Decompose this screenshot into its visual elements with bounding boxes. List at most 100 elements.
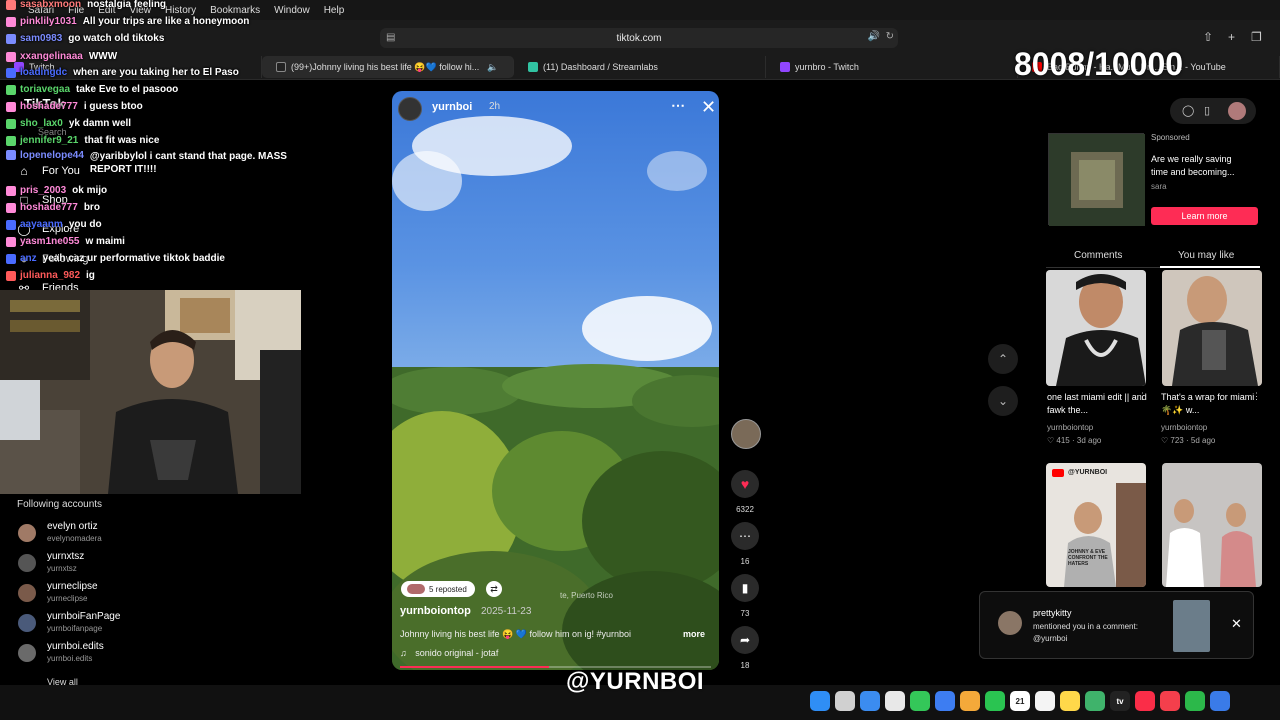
next-video-icon[interactable]: ⌄	[988, 386, 1018, 416]
following-account[interactable]: yurnboi.edits yurnboi.edits	[18, 641, 218, 667]
dock-safari-icon[interactable]	[860, 691, 880, 711]
webcam-image	[0, 290, 301, 494]
card-username[interactable]: yurnboiontop	[1161, 423, 1207, 432]
card-menu-icon[interactable]: ⋮	[1252, 391, 1261, 402]
view-all-link[interactable]: View all	[47, 677, 78, 687]
tab-overview-icon[interactable]: ❐	[1251, 30, 1262, 44]
chat-badge-icon	[6, 0, 16, 10]
more-options-icon[interactable]: ⋯	[671, 97, 685, 114]
dock-news-icon[interactable]	[1160, 691, 1180, 711]
active-tab-underline	[1160, 266, 1260, 268]
dock-facetime-icon[interactable]	[985, 691, 1005, 711]
dock-music-icon[interactable]	[1135, 691, 1155, 711]
following-account[interactable]: yurnxtsz yurnxtsz	[18, 551, 218, 577]
previous-video-icon[interactable]: ⌃	[988, 344, 1018, 374]
following-account[interactable]: yurneclipse yurneclipse	[18, 581, 218, 607]
dock-notes-icon[interactable]	[1060, 691, 1080, 711]
comment-icon[interactable]: ⋯	[731, 522, 759, 550]
chat-badge-icon	[6, 16, 16, 27]
account-handle: yurnxtsz	[47, 564, 77, 573]
learn-more-button[interactable]: Learn more	[1151, 207, 1258, 225]
new-tab-icon[interactable]: +	[1228, 30, 1235, 44]
coin-icon[interactable]: ◯	[1182, 104, 1194, 117]
address-bar[interactable]: ▤ tiktok.com 🔊 ↻	[380, 28, 898, 48]
repost-avatars-icon	[407, 584, 425, 594]
following-account[interactable]: evelyn ortiz evelynomadera	[18, 521, 218, 547]
chat-message: sam0983 go watch old tiktoks	[0, 30, 164, 47]
close-icon[interactable]: ✕	[701, 97, 716, 118]
recommended-video-thumb[interactable]	[1162, 270, 1262, 386]
chat-badge-icon	[6, 150, 16, 160]
share-icon[interactable]: ⇧	[1203, 30, 1213, 44]
tab-comments[interactable]: Comments	[1074, 250, 1122, 261]
sponsored-brand: sara	[1151, 182, 1167, 191]
dock-mail-icon[interactable]	[935, 691, 955, 711]
dock-launchpad-icon[interactable]	[835, 691, 855, 711]
author-avatar[interactable]	[398, 97, 422, 121]
chat-text: that fit was nice	[84, 135, 160, 146]
tab-tiktok[interactable]: (99+)Johnny living his best life 😝💙 foll…	[262, 56, 514, 78]
chat-badge-icon	[6, 202, 16, 213]
chat-text: yk damn well	[68, 118, 132, 129]
repost-icon[interactable]: ⇄	[486, 581, 502, 597]
recommended-video-thumb[interactable]	[1162, 463, 1262, 587]
account-name: yurnboiFanPage	[47, 611, 121, 622]
cloud-shape	[392, 151, 462, 211]
chat-message: jennifer9_21 that fit was nice	[0, 132, 159, 149]
video-author-name[interactable]: yurnboi	[432, 101, 472, 113]
device-icon[interactable]: ▯	[1204, 104, 1210, 117]
tab-you-may-like[interactable]: You may like	[1178, 250, 1234, 261]
mention-notification[interactable]: prettykitty mentioned you in a comment: …	[979, 591, 1254, 659]
dock-notes-a-icon[interactable]	[1035, 691, 1055, 711]
tab-twitch-yurnbro[interactable]: yurnbro - Twitch	[766, 56, 1018, 78]
video-username[interactable]: yurnboiontop	[400, 605, 471, 617]
chat-text: WWW	[88, 51, 118, 62]
cloud-shape	[647, 151, 707, 191]
page-menu-icon[interactable]: ▤	[386, 32, 396, 44]
video-player[interactable]: yurnboi 2h ⋯ ✕ 5 reposted ⇄ te, Puerto R…	[392, 91, 719, 670]
like-icon[interactable]: ♥	[731, 470, 759, 498]
card-username[interactable]: yurnboiontop	[1047, 423, 1093, 432]
dock-tv-icon[interactable]: tv	[1110, 691, 1130, 711]
reload-icon[interactable]: ↻	[886, 31, 894, 42]
share-arrow-icon[interactable]: ➦	[731, 626, 759, 654]
dock-calendar-icon[interactable]: 21	[1010, 691, 1030, 711]
card-ago: 3d ago	[1076, 436, 1102, 445]
repost-badge[interactable]: 5 reposted	[401, 581, 475, 597]
following-account[interactable]: yurnboiFanPage yurnboifanpage	[18, 611, 218, 637]
music-label[interactable]: ♫ sonido original - jotaf	[400, 648, 498, 658]
chat-badge-icon	[6, 270, 16, 281]
sponsored-text[interactable]: Are we really saving time and becoming..…	[1151, 153, 1251, 179]
dock-numbers-icon[interactable]	[1185, 691, 1205, 711]
tab-streamlabs[interactable]: (11) Dashboard / Streamlabs	[514, 56, 766, 78]
chat-badge-icon	[6, 236, 16, 247]
speaker-icon[interactable]: 🔊	[868, 31, 880, 42]
recommended-video-thumb[interactable]: @YURNBOI JOHNNY & EVE CONFRONT THE HATER…	[1046, 463, 1146, 587]
creator-avatar[interactable]	[731, 419, 761, 449]
profile-avatar[interactable]	[1228, 102, 1246, 120]
streamer-handle-overlay: @YURNBOI	[566, 668, 705, 695]
dock-finder-icon[interactable]	[810, 691, 830, 711]
card-title[interactable]: one last miami edit || and fawk the...	[1047, 391, 1151, 417]
comment-count: 16	[740, 557, 750, 566]
thumb-image	[1162, 270, 1262, 386]
account-handle: yurnboifanpage	[47, 624, 103, 633]
card-title[interactable]: That's a wrap for miami 🌴✨ w...	[1161, 391, 1265, 417]
dock-messages-icon[interactable]	[910, 691, 930, 711]
close-icon[interactable]: ✕	[1231, 616, 1242, 632]
bookmark-icon[interactable]: ▮	[731, 574, 759, 602]
url-text[interactable]: tiktok.com	[616, 33, 661, 44]
card-menu-icon[interactable]: ⋮	[1138, 391, 1147, 402]
chat-username: xxangelinaaa	[20, 51, 83, 62]
menu-help[interactable]: Help	[324, 5, 345, 16]
dock-chrome-icon[interactable]	[885, 691, 905, 711]
menu-window[interactable]: Window	[274, 5, 310, 16]
dock-photos-icon[interactable]	[960, 691, 980, 711]
dock-maps-icon[interactable]	[1085, 691, 1105, 711]
more-button[interactable]: more	[683, 629, 705, 639]
chat-username: lopenelope44	[20, 150, 84, 161]
recommended-video-thumb[interactable]	[1046, 270, 1146, 386]
dock-more-icon[interactable]	[1210, 691, 1230, 711]
mute-tab-icon[interactable]: 🔈	[487, 62, 498, 73]
sponsored-image[interactable]	[1048, 133, 1145, 226]
